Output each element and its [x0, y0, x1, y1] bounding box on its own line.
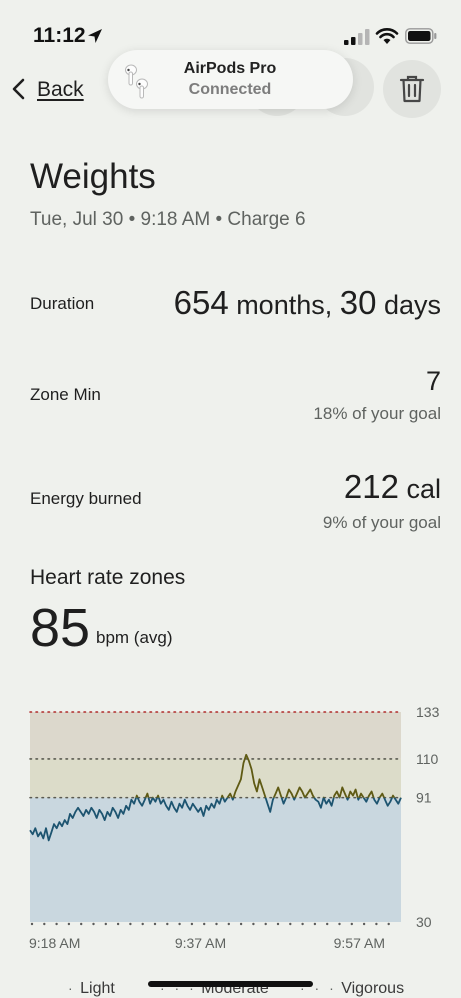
duration-days: 30 [339, 284, 377, 321]
axis-dot [350, 922, 353, 926]
axis-dot [116, 922, 120, 926]
y-tick-label: 30 [416, 914, 432, 930]
trash-icon[interactable] [398, 74, 426, 104]
axis-dot [104, 922, 108, 926]
axis-dot [153, 922, 157, 926]
zone-min-goal: 18% of your goal [313, 404, 441, 423]
y-tick-label: 133 [416, 704, 440, 720]
zone-band-light [30, 797, 401, 922]
home-indicator [148, 981, 313, 987]
axis-dot [43, 922, 46, 926]
duration-months: 654 [173, 284, 229, 321]
axis-dot [166, 922, 169, 926]
axis-dot [264, 922, 267, 926]
axis-dot [203, 922, 206, 926]
legend-swatch-light: · [68, 980, 76, 996]
axis-dot [227, 922, 230, 926]
axis-dot [289, 922, 292, 926]
energy-unit: cal [398, 474, 441, 504]
energy-number: 212 [343, 468, 399, 505]
axis-dot [55, 922, 58, 926]
battery-icon [405, 28, 437, 44]
wifi-icon [375, 28, 399, 44]
y-tick-label: 91 [416, 790, 432, 806]
page-subtitle: Tue, Jul 30 • 9:18 AM • Charge 6 [30, 209, 306, 230]
axis-dot [252, 922, 255, 926]
x-tick-label: 9:37 AM [175, 935, 226, 951]
toast-title: AirPods Pro [183, 60, 277, 77]
duration-label: Duration [30, 294, 95, 313]
axis-dot [141, 922, 144, 926]
axis-dot [387, 922, 390, 926]
cellular-signal-icon [344, 29, 370, 45]
toast-subtitle: Connected [188, 81, 272, 98]
axis-dot [375, 922, 378, 926]
axis-dot [92, 922, 95, 926]
x-tick-label: 9:57 AM [334, 935, 385, 951]
axis-dot [301, 922, 304, 926]
axis-dot [129, 922, 132, 926]
status-time: 11:12 [33, 24, 86, 47]
legend-item-light: · Light [68, 980, 115, 998]
zone-min-value: 7 [425, 366, 441, 396]
y-tick-label: 110 [416, 751, 439, 767]
axis-dot [362, 922, 366, 926]
chevron-left-icon[interactable] [10, 77, 28, 101]
axis-dot [80, 922, 83, 926]
axis-dot [276, 922, 280, 926]
heart-rate-chart: 133 110 91 30 9:18 AM 9:37 AM 9:57 AM [29, 704, 440, 951]
duration-months-unit: months, [228, 290, 340, 320]
axis-dot [30, 922, 34, 926]
energy-goal: 9% of your goal [322, 513, 441, 532]
axis-dot [326, 922, 329, 926]
location-arrow-icon [88, 29, 102, 43]
heart-rate-unit: bpm (avg) [96, 628, 173, 647]
heart-rate-value: 85 [30, 598, 91, 658]
zone-band-vigorous [30, 712, 401, 759]
zone-band-moderate [30, 758, 401, 798]
axis-dot [338, 922, 341, 926]
zone-min-label: Zone Min [30, 385, 101, 404]
heart-rate-title: Heart rate zones [30, 566, 186, 589]
legend-label-vigorous: Vigorous [341, 980, 405, 997]
axis-dot [178, 922, 181, 926]
axis-dot [67, 922, 71, 926]
axis-dot [313, 922, 317, 926]
duration-value: 654 months, 30 days [174, 284, 441, 322]
legend-label-light: Light [80, 980, 115, 997]
energy-value: 212 cal [344, 468, 441, 506]
axis-dot [215, 922, 218, 926]
back-button[interactable]: Back [37, 78, 84, 102]
axis-dot [239, 922, 243, 926]
x-tick-label: 9:18 AM [29, 935, 80, 951]
page-title: Weights [30, 157, 156, 196]
legend-item-vigorous: · · · Vigorous [300, 980, 404, 998]
energy-label: Energy burned [30, 489, 142, 508]
axis-dot [190, 922, 194, 926]
duration-days-unit: days [376, 290, 441, 320]
